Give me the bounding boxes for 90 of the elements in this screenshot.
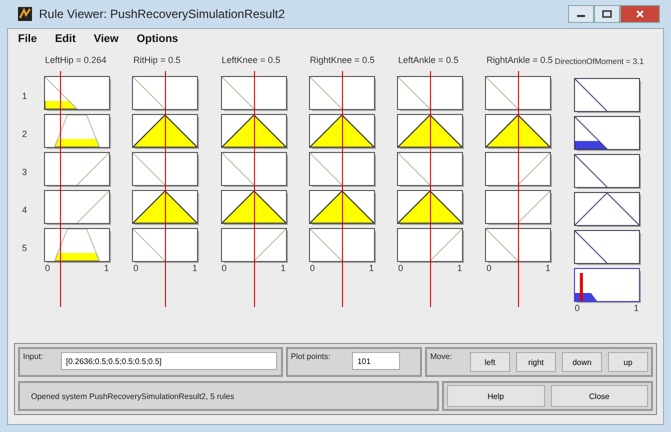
app-icon [17,6,33,22]
menu-item[interactable]: Edit [54,33,76,47]
input-label: Input: [23,352,44,361]
membership-plot[interactable] [45,191,110,223]
move-button[interactable]: left [470,352,510,372]
membership-plot[interactable] [486,77,550,109]
membership-plot[interactable] [574,193,639,225]
axis-label: 0 [310,263,315,273]
window-title: Rule Viewer: PushRecoverySimulationResult2 [39,7,285,21]
membership-plot[interactable] [310,77,374,109]
axis-label: 1 [634,303,639,313]
input-value-line[interactable] [60,71,61,307]
membership-plot[interactable] [398,229,462,261]
membership-plot[interactable] [486,153,550,185]
move-button[interactable]: down [562,352,602,372]
axis-label: 0 [133,263,138,273]
axis-label: 0 [486,263,492,273]
rule-number: 2 [22,128,28,141]
axis-label: 1 [368,263,374,273]
input-value-line[interactable] [342,71,343,307]
plot-points-field[interactable]: 101 [352,352,400,370]
rule-number: 4 [22,204,28,217]
plot-points-label: Plot points: [290,352,330,361]
membership-plot[interactable] [398,153,462,185]
membership-plot[interactable] [133,153,198,185]
membership-plot[interactable] [45,115,110,147]
rule-number: 1 [22,90,28,103]
membership-plot[interactable] [574,117,639,149]
membership-plot[interactable] [574,231,639,263]
variable-label: LeftHip = 0.264 [45,54,108,67]
variable-label: RightKnee = 0.5 [310,54,376,67]
membership-plot[interactable] [310,153,374,185]
axis-label: 0 [222,263,227,273]
axis-label: 0 [574,303,580,313]
close-icon [635,10,645,18]
maximize-button[interactable] [594,5,620,23]
menu-item[interactable]: Options [136,33,178,47]
input-value-line[interactable] [165,71,166,307]
axis-label: 1 [192,263,198,273]
input-field[interactable]: [0.2636;0.5;0.5;0.5;0.5;0.5] [61,352,278,370]
membership-plot[interactable] [133,191,198,223]
move-button[interactable]: right [516,352,556,372]
membership-plot[interactable] [310,115,374,147]
maximize-icon [602,10,612,18]
dialog-button[interactable]: Help [447,385,544,407]
minimize-button[interactable] [568,5,594,23]
input-value-line[interactable] [254,71,255,307]
rule-number: 3 [22,166,28,179]
membership-plot[interactable] [486,229,550,261]
membership-plot[interactable] [310,191,374,223]
close-button[interactable] [620,5,660,23]
move-label: Move: [430,352,452,361]
membership-plot[interactable] [574,155,639,187]
axis-label: 1 [280,263,286,273]
membership-plot[interactable] [133,77,198,109]
membership-plot[interactable] [398,191,462,223]
membership-plot[interactable] [222,229,286,261]
dialog-button[interactable]: Close [550,385,648,407]
move-button[interactable]: up [608,352,648,372]
menu-item[interactable]: File [18,33,37,47]
membership-plot[interactable] [222,115,286,147]
axis-label: 1 [104,263,110,273]
membership-plot[interactable] [486,115,550,147]
membership-plot[interactable] [398,77,462,109]
variable-label: LeftAnkle = 0.5 [398,54,460,67]
membership-plot[interactable] [574,79,639,111]
axis-label: 1 [545,263,550,273]
membership-plot[interactable] [45,153,110,185]
membership-plot[interactable] [486,191,550,223]
rule-number: 5 [22,242,28,255]
aggregate-plot[interactable] [574,269,639,301]
status-text: Opened system PushRecoverySimulationResult2, 5 rules [30,392,234,400]
menu-item[interactable]: View [94,33,119,47]
membership-plot[interactable] [222,153,286,185]
membership-plot[interactable] [222,77,286,109]
axis-label: 0 [398,263,404,273]
membership-plot[interactable] [222,191,286,223]
membership-plot[interactable] [45,229,110,261]
membership-plot[interactable] [45,77,110,109]
input-value-line[interactable] [430,71,432,307]
membership-plot[interactable] [133,229,198,261]
axis-label: 1 [457,263,462,273]
variable-label: RitHip = 0.5 [133,54,182,67]
membership-plot[interactable] [398,115,462,147]
input-value-line[interactable] [518,71,520,307]
membership-plot[interactable] [310,229,374,261]
membership-plot[interactable] [133,115,198,147]
axis-label: 0 [45,263,50,273]
variable-label: LeftKnee = 0.5 [222,54,282,67]
variable-label: DirectionOfMoment = 3.1 [554,56,645,68]
